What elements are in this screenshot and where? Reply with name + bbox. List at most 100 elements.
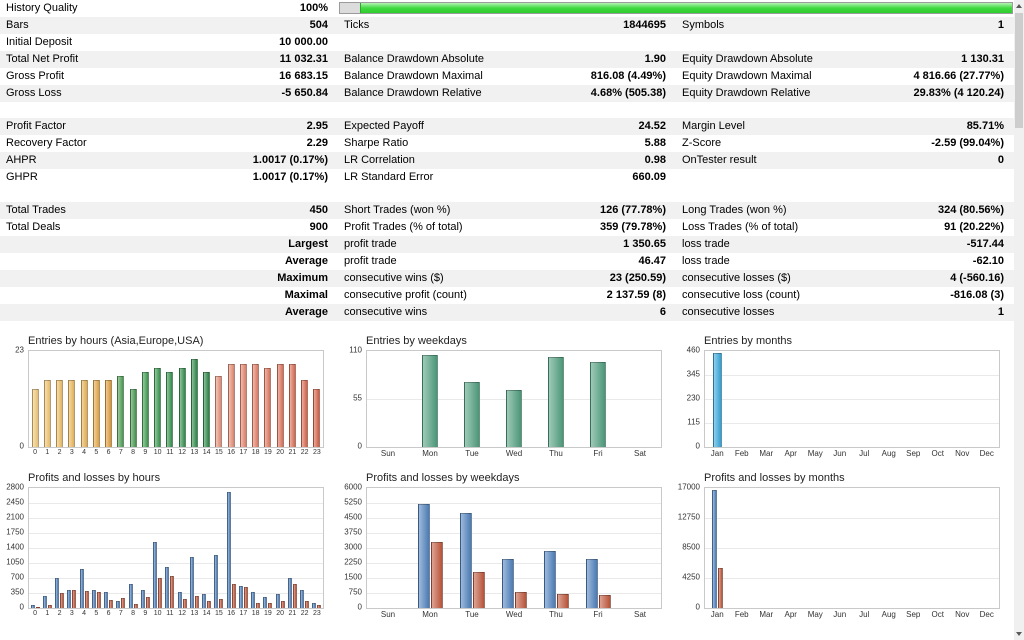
- bar-slot: [176, 351, 188, 447]
- bar-slot: [250, 488, 262, 608]
- entry-bar: [93, 380, 100, 447]
- stat-label: Ticks: [344, 17, 369, 34]
- stat-cell: Average: [0, 304, 338, 321]
- stat-label: Sharpe Ratio: [344, 135, 408, 152]
- stat-cell: Profit Trades (% of total)359 (79.78%): [338, 219, 676, 236]
- profit-bar: [141, 590, 145, 608]
- bar-slot: [852, 351, 877, 447]
- loss-bar: [293, 584, 297, 608]
- bar-slot: [535, 488, 577, 608]
- x-tick-label: Mar: [754, 449, 779, 458]
- x-tick-label: 23: [311, 449, 323, 456]
- stat-value: 1 350.65: [623, 236, 666, 253]
- stat-value: 900: [310, 219, 328, 236]
- entry-bar: [215, 376, 222, 447]
- x-tick-label: 18: [250, 449, 262, 456]
- bar-slot: [451, 351, 493, 447]
- bar-slot: [901, 351, 926, 447]
- stat-label: Equity Drawdown Maximal: [682, 68, 812, 85]
- stat-value: -5 650.84: [282, 85, 328, 102]
- stat-value: 6: [660, 304, 666, 321]
- stat-cell: Equity Drawdown Relative29.83% (4 120.24…: [676, 85, 1014, 102]
- x-tick-label: 0: [29, 449, 41, 456]
- bar-slot: [225, 351, 237, 447]
- x-tick-label: 22: [299, 610, 311, 617]
- stats-row: Averageconsecutive wins6consecutive loss…: [0, 304, 1014, 321]
- bar-slot: [29, 488, 41, 608]
- stat-value: 1: [998, 17, 1004, 34]
- profit-bar: [544, 551, 556, 608]
- profit-bar: [165, 567, 169, 608]
- x-tick-label: Jun: [828, 449, 853, 458]
- entry-bar: [166, 372, 173, 447]
- bar-slot: [164, 488, 176, 608]
- scroll-up-arrow-icon[interactable]: [1014, 0, 1024, 12]
- bar-slot: [577, 351, 619, 447]
- stat-cell: OnTester result0: [676, 152, 1014, 169]
- stats-row: Largestprofit trade1 350.65loss trade-51…: [0, 236, 1014, 253]
- profit-bar: [190, 557, 194, 608]
- loss-bar: [473, 572, 485, 608]
- entry-bar: [68, 380, 75, 447]
- loss-bar: [599, 595, 611, 608]
- y-tick-label: 0: [696, 603, 700, 612]
- x-tick-label: 21: [286, 449, 298, 456]
- x-tick-label: 12: [176, 449, 188, 456]
- x-tick-label: Apr: [779, 610, 804, 619]
- stat-label: consecutive wins: [344, 304, 427, 321]
- bar-slot: [828, 488, 853, 608]
- bar-slot: [299, 488, 311, 608]
- bar-slot: [286, 488, 298, 608]
- stat-cell: Long Trades (won %)324 (80.56%): [676, 202, 1014, 219]
- profit-bar: [153, 542, 157, 608]
- scrollbar-thumb[interactable]: [1015, 13, 1023, 128]
- profit-bar: [288, 578, 292, 608]
- scroll-down-arrow-icon[interactable]: [1014, 628, 1024, 640]
- chart-title: Entries by weekdays: [366, 335, 676, 347]
- bar-slot: [493, 488, 535, 608]
- y-tick-label: 2100: [6, 513, 24, 522]
- y-tick-label: 0: [696, 442, 700, 451]
- bar-slot: [311, 351, 323, 447]
- stat-cell: Equity Drawdown Absolute1 130.31: [676, 51, 1014, 68]
- stat-cell: Balance Drawdown Maximal816.08 (4.49%): [338, 68, 676, 85]
- history-quality-progress: [338, 0, 1014, 17]
- y-tick-label: 5250: [344, 498, 362, 507]
- stat-cell: profit trade1 350.65: [338, 236, 676, 253]
- bar-slot: [779, 351, 804, 447]
- bar-slot: [54, 488, 66, 608]
- bar-slot: [705, 488, 730, 608]
- stat-value: 46.47: [638, 253, 666, 270]
- loss-bar: [48, 605, 52, 608]
- stat-cell: LR Standard Error660.09: [338, 169, 676, 186]
- stat-value: 2.29: [307, 135, 328, 152]
- chart-y-axis: 0425085001275017000: [676, 487, 704, 607]
- bar-slot: [262, 351, 274, 447]
- chart-title: Profits and losses by hours: [28, 472, 338, 484]
- bar-slot: [367, 351, 409, 447]
- vertical-scrollbar[interactable]: [1014, 0, 1024, 640]
- bar-slot: [451, 488, 493, 608]
- y-tick-label: 750: [349, 588, 362, 597]
- stat-cell: Margin Level85.71%: [676, 118, 1014, 135]
- chart-block: Profits and losses by hours0350700105014…: [0, 472, 338, 619]
- x-tick-label: 14: [201, 449, 213, 456]
- x-tick-label: 14: [201, 610, 213, 617]
- chart-plot: [704, 350, 1000, 448]
- x-tick-label: Thu: [535, 610, 577, 619]
- bar-slot: [78, 488, 90, 608]
- x-tick-label: Feb: [730, 610, 755, 619]
- stat-cell: Largest: [0, 236, 338, 253]
- bar-slot: [852, 488, 877, 608]
- stat-cell: consecutive loss (count)-816.08 (3): [676, 287, 1014, 304]
- stat-cell: Loss Trades (% of total)91 (20.22%): [676, 219, 1014, 236]
- stat-label: Equity Drawdown Absolute: [682, 51, 813, 68]
- stat-label: Profit Trades (% of total): [344, 219, 463, 236]
- x-tick-label: 17: [237, 449, 249, 456]
- y-tick-label: 2450: [6, 498, 24, 507]
- bar-slot: [54, 351, 66, 447]
- bar-slot: [250, 351, 262, 447]
- bar-slot: [139, 351, 151, 447]
- x-tick-label: 13: [188, 610, 200, 617]
- bar-slot: [103, 351, 115, 447]
